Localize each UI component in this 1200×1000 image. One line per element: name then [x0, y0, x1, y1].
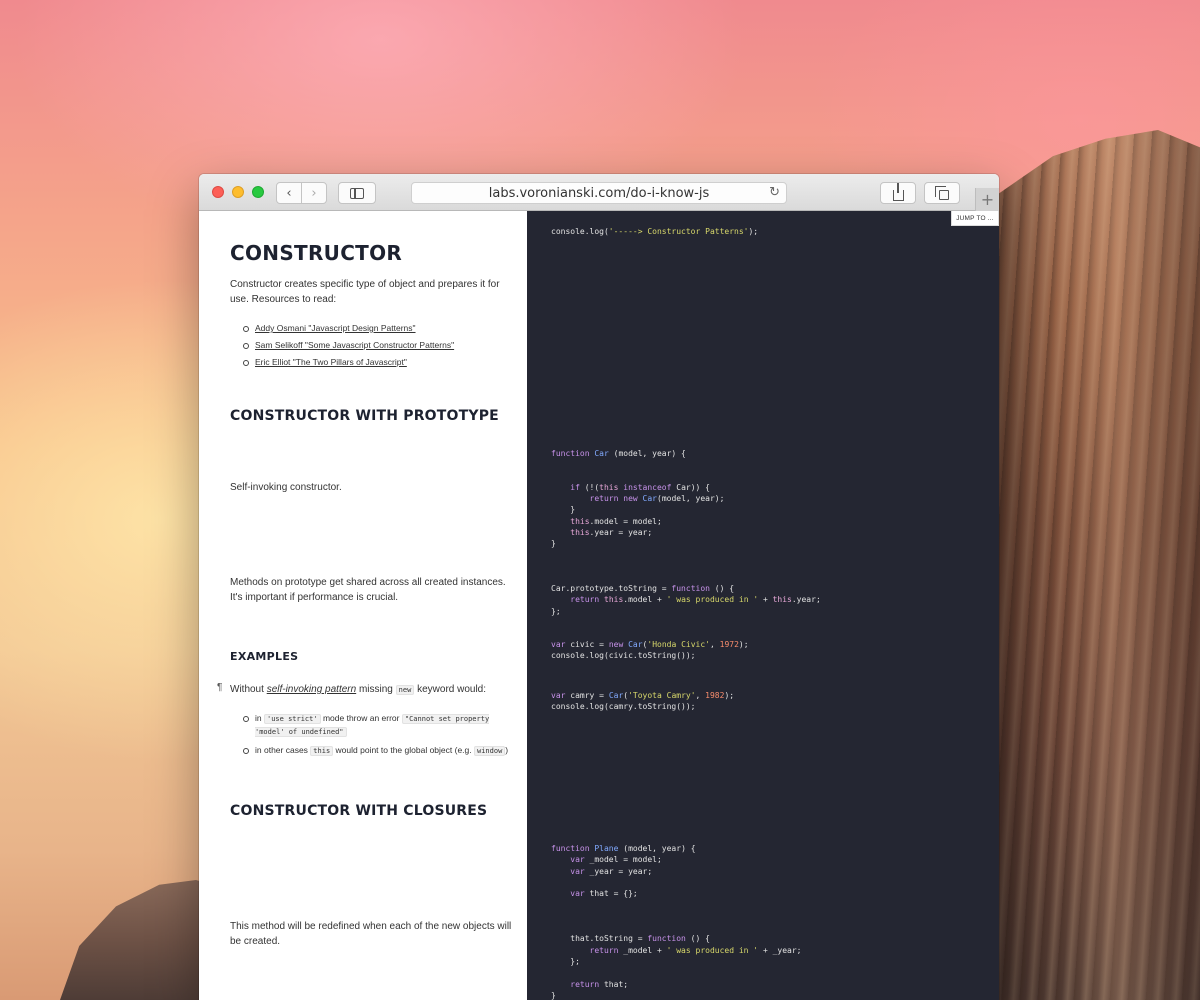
browser-window: ‹ › labs.voronianski.com/do-i-know-js ↻ …: [199, 174, 999, 1000]
documentation-pane: CONSTRUCTOR Constructor creates specific…: [199, 211, 527, 1000]
bullet-text: in: [255, 713, 262, 723]
back-button[interactable]: ‹: [276, 182, 302, 204]
cliff-shade: [990, 130, 1200, 1000]
example-middle: missing: [358, 684, 393, 695]
list-item: Sam Selikoff "Some Javascript Constructo…: [243, 340, 454, 350]
resource-link-selikoff[interactable]: Sam Selikoff "Some Javascript Constructo…: [255, 340, 454, 350]
code-line: this.model = model;: [570, 516, 662, 526]
new-keyword-code: new: [395, 685, 415, 695]
minimize-window-button[interactable]: [232, 186, 244, 198]
code-line: var _year = year;: [570, 866, 653, 876]
section-title-closures: CONSTRUCTOR WITH CLOSURES: [230, 803, 488, 819]
code-line: console.log(camry.toString());: [551, 702, 696, 712]
code-block-camry: var camry = Car('Toyota Camry', 1982); co…: [551, 690, 734, 713]
bullet-text: would point to the global object (e.g.: [335, 745, 472, 755]
show-tabs-button[interactable]: [924, 182, 960, 204]
example-suffix: keyword would:: [417, 684, 487, 695]
list-item: in other cases this would point to the g…: [243, 744, 513, 757]
code-line: function Plane (model, year) {: [551, 844, 696, 853]
use-strict-code: 'use strict': [264, 714, 321, 724]
section-title-prototype: CONSTRUCTOR WITH PROTOTYPE: [230, 408, 499, 424]
code-line: return this.model + ' was produced in ' …: [570, 595, 821, 605]
bullet-text: in other cases: [255, 745, 308, 755]
anchor-pilcrow[interactable]: ¶: [217, 682, 222, 693]
example-bullets: in 'use strict' mode throw an error "Can…: [243, 712, 513, 763]
example-text: Without self-invoking pattern missing ne…: [230, 682, 515, 698]
examples-title: EXAMPLES: [230, 650, 299, 663]
address-bar[interactable]: labs.voronianski.com/do-i-know-js ↻: [411, 182, 787, 204]
code-line: var civic = new Car('Honda Civic', 1972)…: [551, 640, 749, 649]
code-line: };: [551, 606, 561, 616]
share-icon: [892, 182, 904, 201]
code-line: return that;: [570, 979, 629, 989]
code-line: if (!(this instanceof Car)) {: [570, 482, 710, 492]
code-block-log: console.log('-----> Constructor Patterns…: [551, 226, 758, 237]
rock-background: [60, 880, 220, 1000]
code-pane: console.log('-----> Constructor Patterns…: [527, 211, 999, 1000]
code-block-plane-constructor: function Plane (model, year) { var _mode…: [551, 843, 801, 1000]
code-line: function Car (model, year) {: [551, 449, 686, 458]
list-item: Addy Osmani "Javascript Design Patterns": [243, 323, 454, 333]
chevron-left-icon: ‹: [286, 185, 292, 201]
reload-icon[interactable]: ↻: [769, 185, 780, 200]
close-window-button[interactable]: [212, 186, 224, 198]
jump-to-button[interactable]: JUMP TO ...: [951, 211, 999, 226]
sidebar-icon: [350, 187, 364, 199]
share-button[interactable]: [880, 182, 916, 204]
code-line: }: [551, 539, 556, 549]
sidebar-toggle-button[interactable]: [338, 182, 376, 204]
tabs-icon: [935, 186, 949, 200]
code-line: this.year = year;: [570, 528, 653, 538]
section-intro: Constructor creates specific type of obj…: [230, 279, 500, 305]
code-line: that.toString = function () {: [551, 934, 710, 944]
resource-link-osmani[interactable]: Addy Osmani "Javascript Design Patterns": [255, 323, 416, 333]
code-line: var that = {};: [570, 889, 638, 899]
code-line: console.log('-----> Constructor Patterns…: [551, 227, 759, 236]
code-line: var _model = model;: [570, 855, 662, 865]
example-prefix: Without: [230, 684, 264, 695]
code-block-car-constructor: function Car (model, year) { if (!(this …: [551, 448, 724, 550]
new-tab-button[interactable]: +: [975, 188, 999, 211]
self-invoking-text: Self-invoking constructor.: [230, 482, 342, 493]
code-line: return _model + ' was produced in ' + _y…: [589, 945, 802, 955]
code-line: }: [551, 505, 576, 515]
list-item: in 'use strict' mode throw an error "Can…: [243, 712, 513, 738]
window-code: window: [474, 746, 506, 756]
section-title-constructor: CONSTRUCTOR: [230, 241, 403, 265]
prototype-text: Methods on prototype get shared across a…: [230, 577, 506, 603]
self-invoking-link[interactable]: self-invoking pattern: [267, 684, 357, 695]
forward-button[interactable]: ›: [301, 182, 327, 204]
code-line: Car.prototype.toString = function () {: [551, 584, 735, 593]
code-line: }: [551, 990, 556, 1000]
code-line: console.log(civic.toString());: [551, 651, 696, 661]
code-line: return new Car(model, year);: [589, 494, 725, 504]
browser-toolbar: ‹ › labs.voronianski.com/do-i-know-js ↻ …: [199, 174, 999, 211]
zoom-window-button[interactable]: [252, 186, 264, 198]
code-line: };: [551, 956, 580, 966]
page-content: CONSTRUCTOR Constructor creates specific…: [199, 211, 999, 1000]
list-item: Eric Elliot "The Two Pillars of Javascri…: [243, 357, 454, 367]
address-url: labs.voronianski.com/do-i-know-js: [488, 185, 710, 201]
bullet-text: ): [505, 745, 509, 755]
code-block-car-prototype: Car.prototype.toString = function () { r…: [551, 583, 821, 617]
code-line: var camry = Car('Toyota Camry', 1982);: [551, 691, 735, 700]
resource-list: Addy Osmani "Javascript Design Patterns"…: [243, 323, 454, 374]
bullet-text: mode throw an error: [322, 713, 400, 723]
chevron-right-icon: ›: [311, 185, 317, 201]
resource-link-elliot[interactable]: Eric Elliot "The Two Pillars of Javascri…: [255, 357, 407, 367]
closures-text: This method will be redefined when each …: [230, 921, 512, 947]
code-block-civic: var civic = new Car('Honda Civic', 1972)…: [551, 639, 749, 662]
this-code: this: [310, 746, 334, 756]
plus-icon: +: [980, 190, 995, 209]
